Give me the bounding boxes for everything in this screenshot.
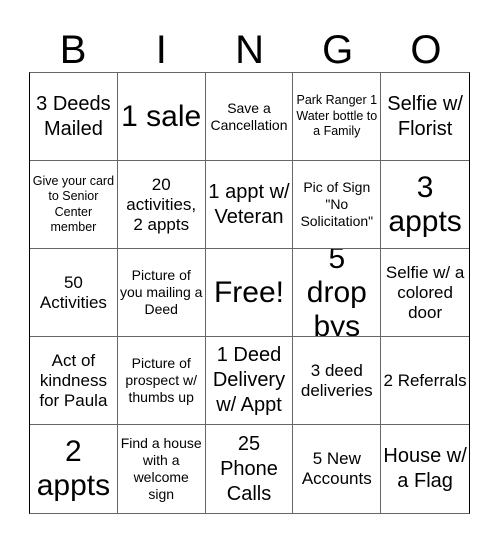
bingo-cell-text: Selfie w/ a colored door bbox=[385, 262, 465, 322]
bingo-cell-text: Picture of prospect w/ thumbs up bbox=[125, 355, 197, 405]
bingo-cell-text: 20 activities, 2 appts bbox=[126, 174, 197, 234]
bingo-cell[interactable]: 1 sale bbox=[117, 73, 206, 161]
bingo-cell-text: Give your card to Senior Center member bbox=[32, 173, 115, 235]
header-letter-o: O bbox=[410, 28, 442, 72]
bingo-cell-text: Selfie w/ Florist bbox=[387, 92, 463, 140]
bingo-cell-text: 2 Referrals bbox=[383, 370, 467, 390]
bingo-cell[interactable]: Act of kindness for Paula bbox=[30, 337, 118, 425]
bingo-cell-text: 25 Phone Calls bbox=[220, 432, 278, 505]
bingo-cell-text: 3 Deeds Mailed bbox=[36, 92, 111, 140]
bingo-cell-text: 1 appt w/ Veteran bbox=[208, 180, 290, 228]
bingo-cell[interactable]: Find a house with a welcome sign bbox=[118, 425, 206, 513]
bingo-cell[interactable]: 3 Deeds Mailed bbox=[30, 73, 118, 161]
bingo-cell[interactable]: 50 Activities bbox=[30, 249, 118, 337]
bingo-cell-text: Save a Cancellation bbox=[210, 99, 288, 133]
bingo-cell-text: House w/ a Flag bbox=[383, 445, 467, 492]
bingo-cell[interactable]: Save a Cancellation bbox=[205, 73, 294, 161]
bingo-cell[interactable]: 2 Referrals bbox=[381, 337, 469, 425]
bingo-cell-text: 50 Activities bbox=[39, 272, 107, 312]
bingo-cell[interactable]: 3 deed deliveries bbox=[293, 337, 382, 425]
bingo-cell[interactable]: 5 New Accounts bbox=[293, 425, 382, 513]
bingo-cell[interactable]: Selfie w/ Florist bbox=[381, 73, 469, 161]
bingo-cell[interactable]: 1 appt w/ Veteran bbox=[205, 161, 294, 249]
header-letter-g: G bbox=[322, 28, 354, 72]
bingo-cell-text: 3 deed deliveries bbox=[300, 360, 373, 400]
bingo-cell-text: Find a house with a welcome sign bbox=[120, 435, 202, 502]
bingo-cell[interactable]: 2 appts bbox=[30, 425, 118, 513]
header-letter-b: B bbox=[59, 28, 87, 72]
bingo-cell-free[interactable]: Free! bbox=[205, 249, 294, 337]
bingo-header: B I N G O bbox=[29, 28, 470, 72]
bingo-cell-text: 2 appts bbox=[36, 435, 111, 502]
bingo-cell-text: 1 sale bbox=[121, 99, 202, 133]
bingo-cell-text: Act of kindness for Paula bbox=[39, 350, 108, 410]
bingo-cell[interactable]: 1 Deed Delivery w/ Appt bbox=[205, 337, 294, 425]
bingo-cell-text: 3 appts bbox=[388, 170, 462, 238]
bingo-cell[interactable]: Selfie w/ a colored door bbox=[381, 249, 469, 337]
bingo-cell-text: Park Ranger 1 Water bottle to a Family bbox=[296, 93, 378, 139]
bingo-cell[interactable]: Pic of Sign "No Solicitation" bbox=[293, 161, 382, 249]
header-letter-n: N bbox=[235, 28, 264, 72]
bingo-card-grid: 3 Deeds Mailed 1 sale Save a Cancellation P… bbox=[29, 72, 470, 514]
bingo-cell-text: 1 Deed Delivery w/ Appt bbox=[212, 344, 286, 416]
bingo-cell[interactable]: 20 activities, 2 appts bbox=[117, 161, 206, 249]
bingo-cell-text: Pic of Sign "No Solicitation" bbox=[300, 179, 374, 229]
header-letter-i: I bbox=[155, 28, 167, 72]
bingo-cell[interactable]: House w/ a Flag bbox=[381, 425, 469, 513]
bingo-cell-text: Free! bbox=[213, 275, 284, 309]
bingo-cell[interactable]: Picture of you mailing a Deed bbox=[117, 249, 206, 337]
bingo-cell-text: 5 drop bys bbox=[306, 249, 367, 337]
bingo-cell[interactable]: Picture of prospect w/ thumbs up bbox=[117, 337, 206, 425]
bingo-cell-text: 5 New Accounts bbox=[301, 449, 372, 488]
bingo-cell[interactable]: 3 appts bbox=[381, 161, 469, 249]
bingo-cell[interactable]: Give your card to Senior Center member bbox=[30, 161, 118, 249]
bingo-cell[interactable]: 5 drop bys bbox=[293, 249, 382, 337]
bingo-cell-text: Picture of you mailing a Deed bbox=[119, 267, 203, 317]
bingo-cell[interactable]: Park Ranger 1 Water bottle to a Family bbox=[293, 73, 382, 161]
bingo-cell[interactable]: 25 Phone Calls bbox=[206, 425, 294, 513]
